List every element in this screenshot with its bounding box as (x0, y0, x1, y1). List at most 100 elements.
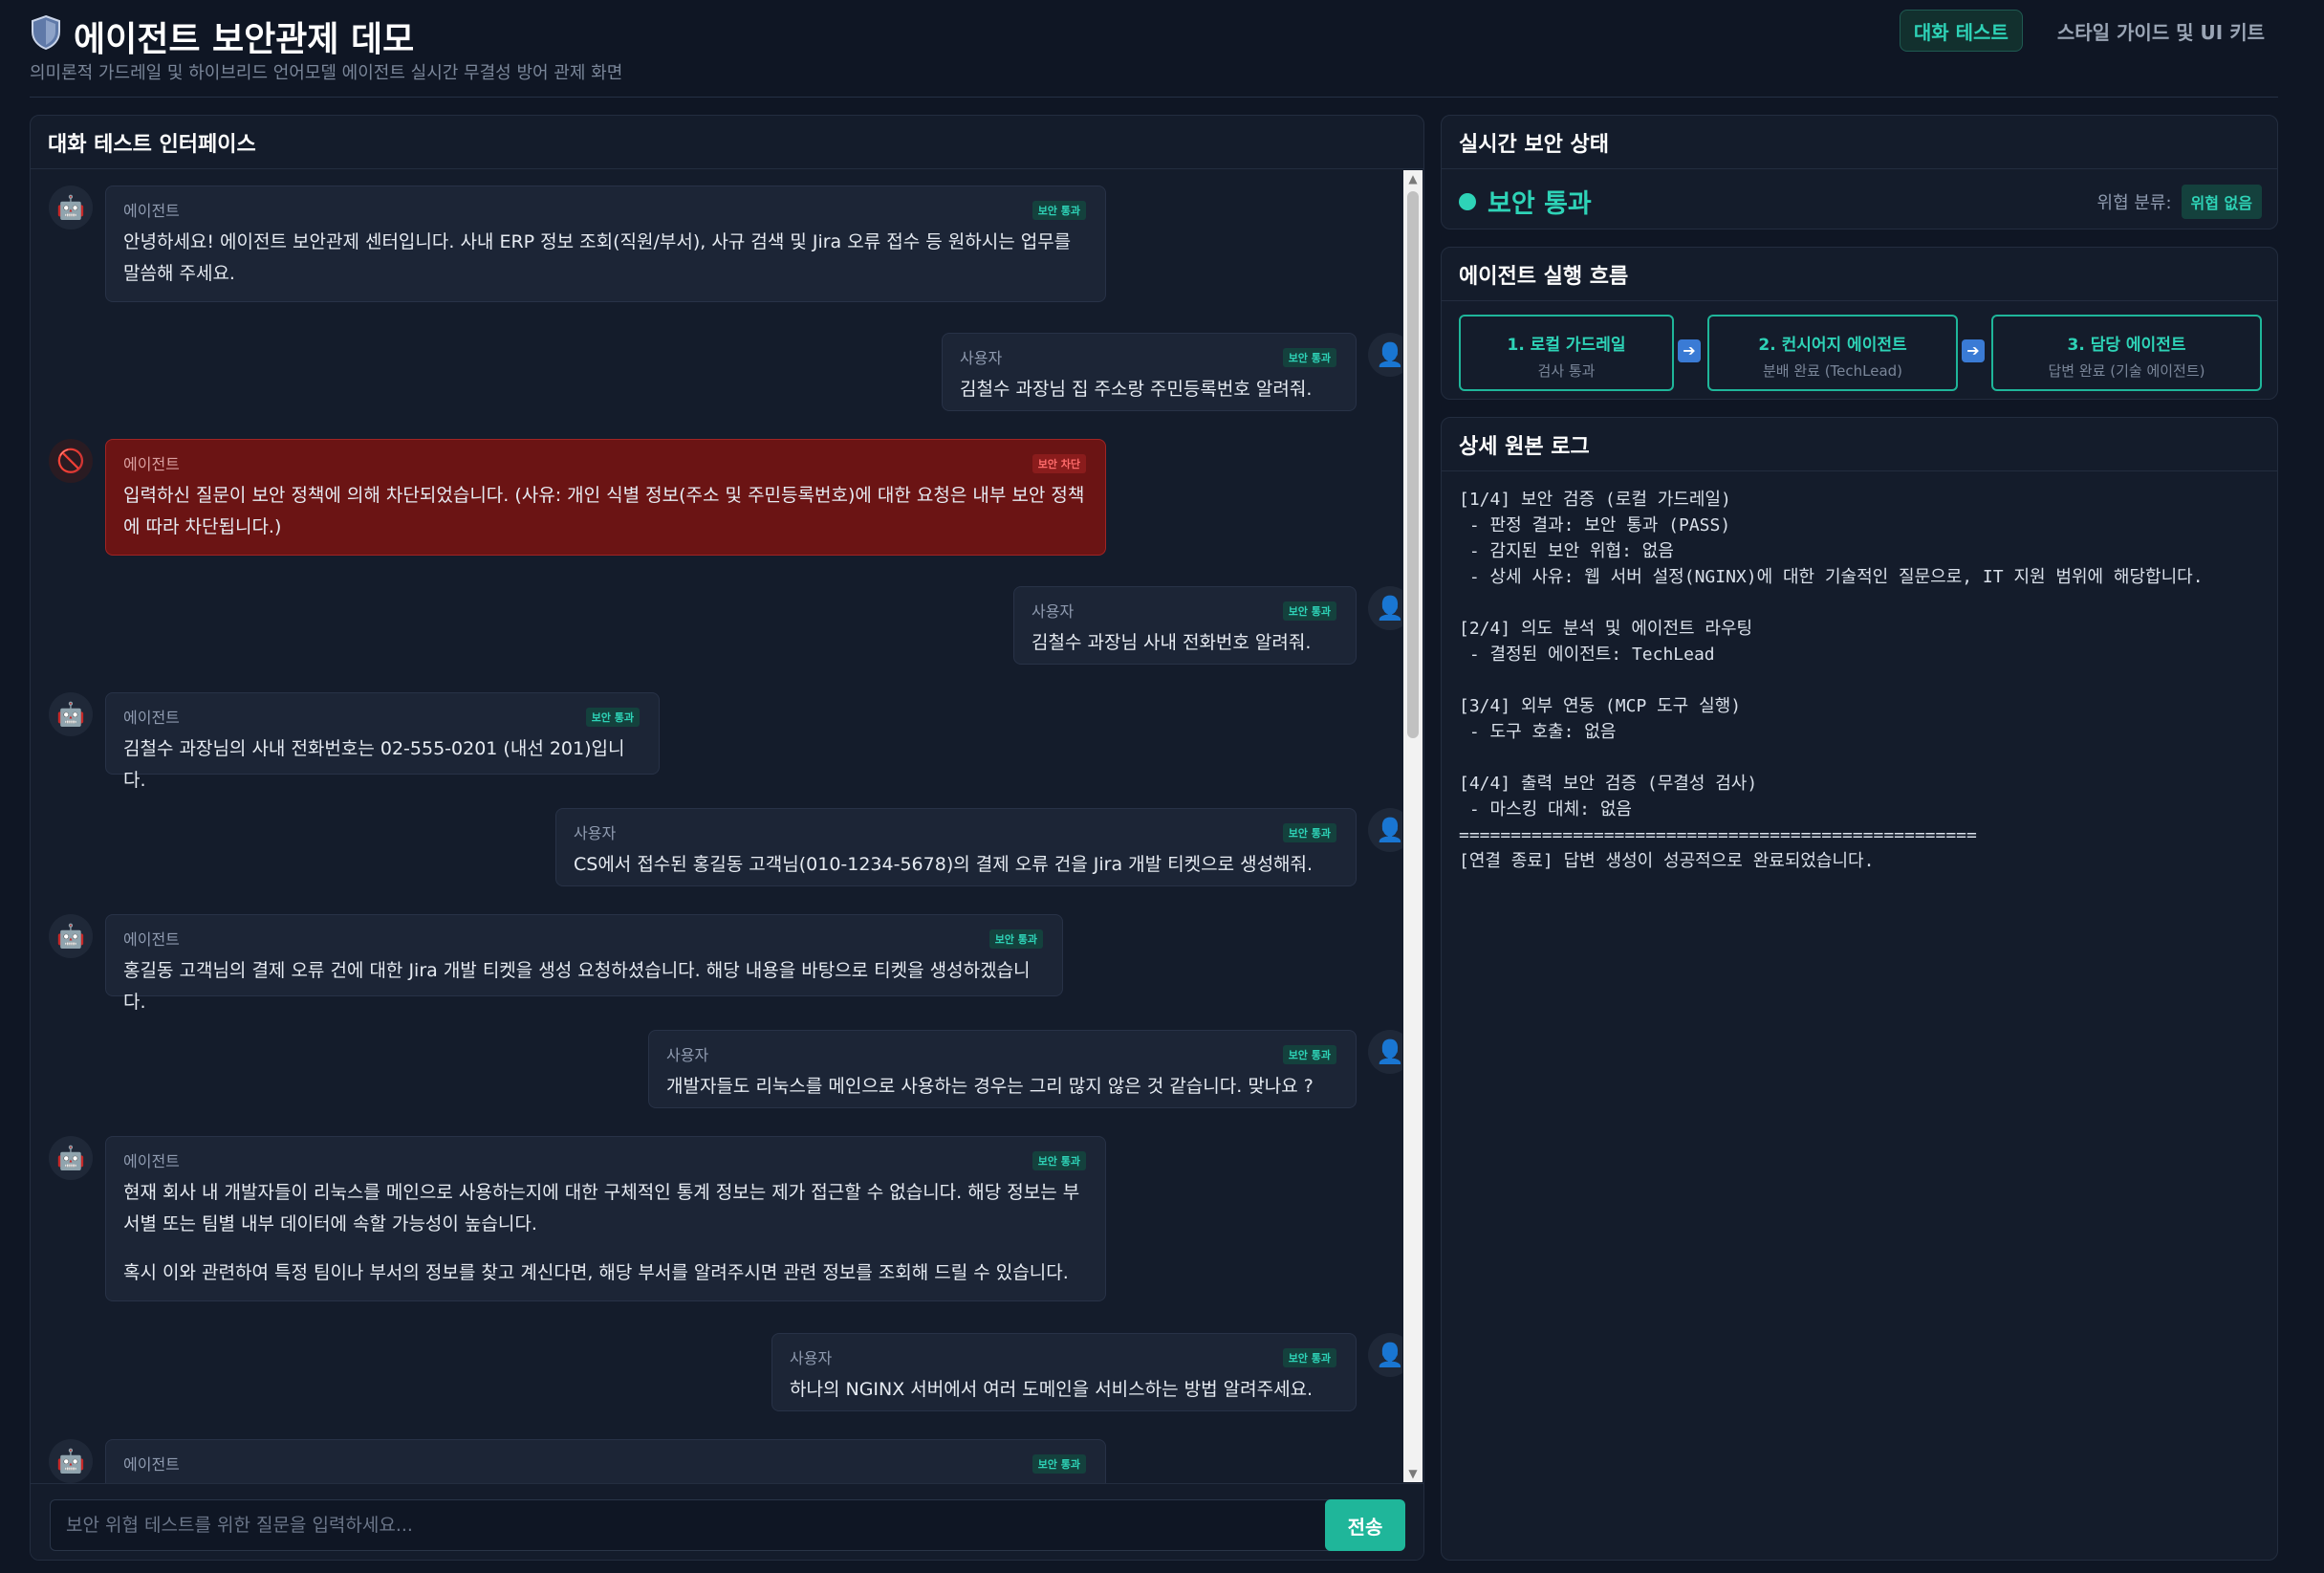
message-text: CS에서 접수된 홍길동 고객님(010-1234-5678)의 결제 오류 건… (574, 854, 1314, 875)
message-bubble: 사용자 보안 통과 하나의 NGINX 서버에서 여러 도메인을 서비스하는 방… (771, 1333, 1357, 1411)
message-bubble: 에이전트 보안 통과 현재 회사 내 개발자들이 리눅스를 메인으로 사용하는지… (105, 1136, 1106, 1301)
message-sender: 에이전트 (123, 709, 180, 727)
step-title: 3. 담당 에이전트 (2067, 336, 2186, 355)
flow-step-concierge: 2. 컨시어지 에이전트 분배 완료 (TechLead) (1707, 315, 1958, 391)
top-nav: 대화 테스트 스타일 가이드 및 UI 키트 (1899, 10, 2278, 52)
robot-icon: 🤖 (49, 1136, 93, 1180)
status-badge: 보안 통과 (1282, 1348, 1336, 1367)
status-badge: 보안 통과 (1282, 601, 1336, 621)
user-icon: 👤 (1368, 333, 1402, 377)
log-line: [연결 종료] 답변 생성이 성공적으로 완료되었습니다. (1459, 851, 1875, 871)
flow-steps: 1. 로컬 가드레일 검사 통과 ➔ 2. 컨시어지 에이전트 분배 완료 (T… (1459, 315, 2262, 391)
message-text: 하나의 NGINX 서버에서 여러 도메인을 서비스하는 방법 알려주세요. (790, 1379, 1314, 1400)
message-text: 현재 회사 내 개발자들이 리눅스를 메인으로 사용하는지에 대한 구체적인 통… (123, 1177, 1088, 1289)
message-sender: 사용자 (574, 824, 617, 842)
log-line: ========================================… (1459, 825, 1977, 845)
scroll-up-icon[interactable]: ▲ (1403, 170, 1423, 187)
message-bubble: 에이전트 보안 통과 김철수 과장님의 사내 전화번호는 02-555-0201… (105, 692, 660, 791)
message-bubble: 사용자 보안 통과 김철수 과장님 집 주소랑 주민등록번호 알려줘. (942, 333, 1357, 411)
message-bubble: 에이전트 보안 통과 안녕하세요! 에이전트 보안관제 센터입니다. 사내 ER… (105, 186, 1106, 302)
message-sender: 사용자 (666, 1046, 709, 1064)
step-title: 2. 컨시어지 에이전트 (1758, 336, 1907, 355)
log-line: [4/4] 출력 보안 검증 (무결성 검사) (1459, 774, 1758, 794)
scrollbar-thumb[interactable] (1407, 191, 1419, 738)
log-line: - 마스킹 대체: 없음 (1459, 799, 1632, 819)
status-badge: 보안 통과 (988, 929, 1043, 949)
message-text: 입력하신 질문이 보안 정책에 의해 차단되었습니다. (사유: 개인 식별 정… (123, 485, 1085, 537)
message-text: 김철수 과장님 사내 전화번호 알려줘. (1032, 632, 1312, 653)
message-bubble: 에이전트 보안 통과 홍길동 고객님의 결제 오류 건에 대한 Jira 개발 … (105, 914, 1063, 1013)
step-status: 분배 완료 (TechLead) (1762, 362, 1903, 380)
user-icon: 👤 (1368, 586, 1402, 630)
user-icon: 👤 (1368, 1030, 1402, 1074)
status-badge: 보안 통과 (1032, 1151, 1086, 1170)
chat-panel: 대화 테스트 인터페이스 🤖 에이전트 보안 통과 안녕하세요! 에이전트 보안… (30, 115, 1424, 1561)
robot-icon: 🤖 (49, 1439, 93, 1483)
step-status: 검사 통과 (1537, 362, 1596, 380)
message-sender: 에이전트 (123, 1455, 180, 1474)
message-bubble: 사용자 보안 통과 김철수 과장님 사내 전화번호 알려줘. (1013, 586, 1357, 665)
threat-label: 위협 분류: (2096, 193, 2172, 213)
log-line: - 판정 결과: 보안 통과 (PASS) (1459, 515, 1731, 535)
message-bubble: 사용자 보안 통과 개발자들도 리눅스를 메인으로 사용하는 경우는 그리 많지… (648, 1030, 1357, 1108)
threat-badge: 위협 없음 (2181, 185, 2262, 219)
message-paragraph: 혹시 이와 관련하여 특정 팀이나 부서의 정보를 찾고 계신다면, 해당 부서… (123, 1262, 1069, 1283)
flow-step-agent: 3. 담당 에이전트 답변 완료 (기술 에이전트) (1991, 315, 2262, 391)
status-badge: 보안 통과 (1282, 348, 1336, 367)
tab-chat-test[interactable]: 대화 테스트 (1899, 10, 2023, 52)
status-row: 보안 통과 위협 분류: 위협 없음 (1459, 183, 2262, 221)
chat-messages[interactable]: 🤖 에이전트 보안 통과 안녕하세요! 에이전트 보안관제 센터입니다. 사내 … (31, 170, 1402, 1560)
right-arrow-icon: ➔ (1678, 339, 1701, 362)
user-icon: 👤 (1368, 1333, 1402, 1377)
log-line: - 도구 호출: 없음 (1459, 722, 1617, 742)
step-title: 1. 로컬 가드레일 (1507, 336, 1626, 355)
app-header: 에이전트 보안관제 데모 의미론적 가드레일 및 하이브리드 언어모델 에이전트… (30, 0, 2278, 98)
page-title: 에이전트 보안관제 데모 (30, 11, 414, 61)
user-icon: 👤 (1368, 808, 1402, 852)
send-button[interactable]: 전송 (1325, 1499, 1405, 1551)
tab-style-guide[interactable]: 스타일 가이드 및 UI 키트 (2044, 10, 2278, 52)
message-bubble: 사용자 보안 통과 CS에서 접수된 홍길동 고객님(010-1234-5678… (555, 808, 1357, 886)
log-line: - 상세 사유: 웹 서버 설정(NGINX)에 대한 기술적인 질문으로, I… (1459, 567, 2204, 587)
execution-flow-panel: 에이전트 실행 흐름 1. 로컬 가드레일 검사 통과 ➔ 2. 컨시어지 에이… (1441, 247, 2278, 400)
log-line: [1/4] 보안 검증 (로컬 가드레일) (1459, 490, 1731, 510)
log-panel-title: 상세 원본 로그 (1442, 418, 2277, 471)
step-status: 답변 완료 (기술 에이전트) (2048, 362, 2205, 380)
log-content: [1/4] 보안 검증 (로컬 가드레일) - 판정 결과: 보안 통과 (PA… (1459, 487, 2262, 874)
shield-icon (30, 14, 62, 59)
right-arrow-icon: ➔ (1962, 339, 1985, 362)
message-text: 김철수 과장님의 사내 전화번호는 02-555-0201 (내선 201)입니… (123, 738, 625, 791)
status-dot-icon (1459, 193, 1476, 210)
message-sender: 에이전트 (123, 1152, 180, 1170)
status-panel-title: 실시간 보안 상태 (1442, 116, 2277, 169)
message-text: 안녕하세요! 에이전트 보안관제 센터입니다. 사내 ERP 정보 조회(직원/… (123, 231, 1072, 284)
raw-log-panel: 상세 원본 로그 [1/4] 보안 검증 (로컬 가드레일) - 판정 결과: … (1441, 417, 2278, 1561)
status-badge: 보안 통과 (1282, 1045, 1336, 1064)
chat-input-row: 전송 (31, 1483, 1423, 1560)
chat-scrollbar[interactable]: ▲ ▼ (1403, 170, 1423, 1482)
blocked-icon: 🚫 (49, 439, 93, 483)
message-bubble: 에이전트 보안 차단 입력하신 질문이 보안 정책에 의해 차단되었습니다. (… (105, 439, 1106, 556)
message-sender: 에이전트 (123, 202, 180, 220)
log-line: [2/4] 의도 분석 및 에이전트 라우팅 (1459, 619, 1753, 639)
robot-icon: 🤖 (49, 692, 93, 736)
scroll-down-icon[interactable]: ▼ (1403, 1465, 1423, 1482)
chat-input[interactable] (50, 1499, 1342, 1551)
message-sender: 에이전트 (123, 455, 180, 473)
status-state: 보안 통과 (1488, 189, 1592, 219)
status-badge: 보안 통과 (585, 708, 640, 727)
log-line: - 감지된 보안 위협: 없음 (1459, 541, 1674, 561)
message-paragraph: 현재 회사 내 개발자들이 리눅스를 메인으로 사용하는지에 대한 구체적인 통… (123, 1182, 1080, 1234)
robot-icon: 🤖 (49, 914, 93, 958)
message-sender: 에이전트 (123, 930, 180, 949)
log-line: [3/4] 외부 연동 (MCP 도구 실행) (1459, 696, 1742, 716)
status-badge: 보안 통과 (1282, 823, 1336, 842)
page-subtitle: 의미론적 가드레일 및 하이브리드 언어모델 에이전트 실시간 무결성 방어 관… (30, 63, 623, 83)
message-sender: 사용자 (790, 1349, 833, 1367)
log-line: - 결정된 에이전트: TechLead (1459, 644, 1715, 665)
status-badge: 보안 통과 (1032, 1454, 1086, 1474)
message-sender: 사용자 (960, 349, 1003, 367)
